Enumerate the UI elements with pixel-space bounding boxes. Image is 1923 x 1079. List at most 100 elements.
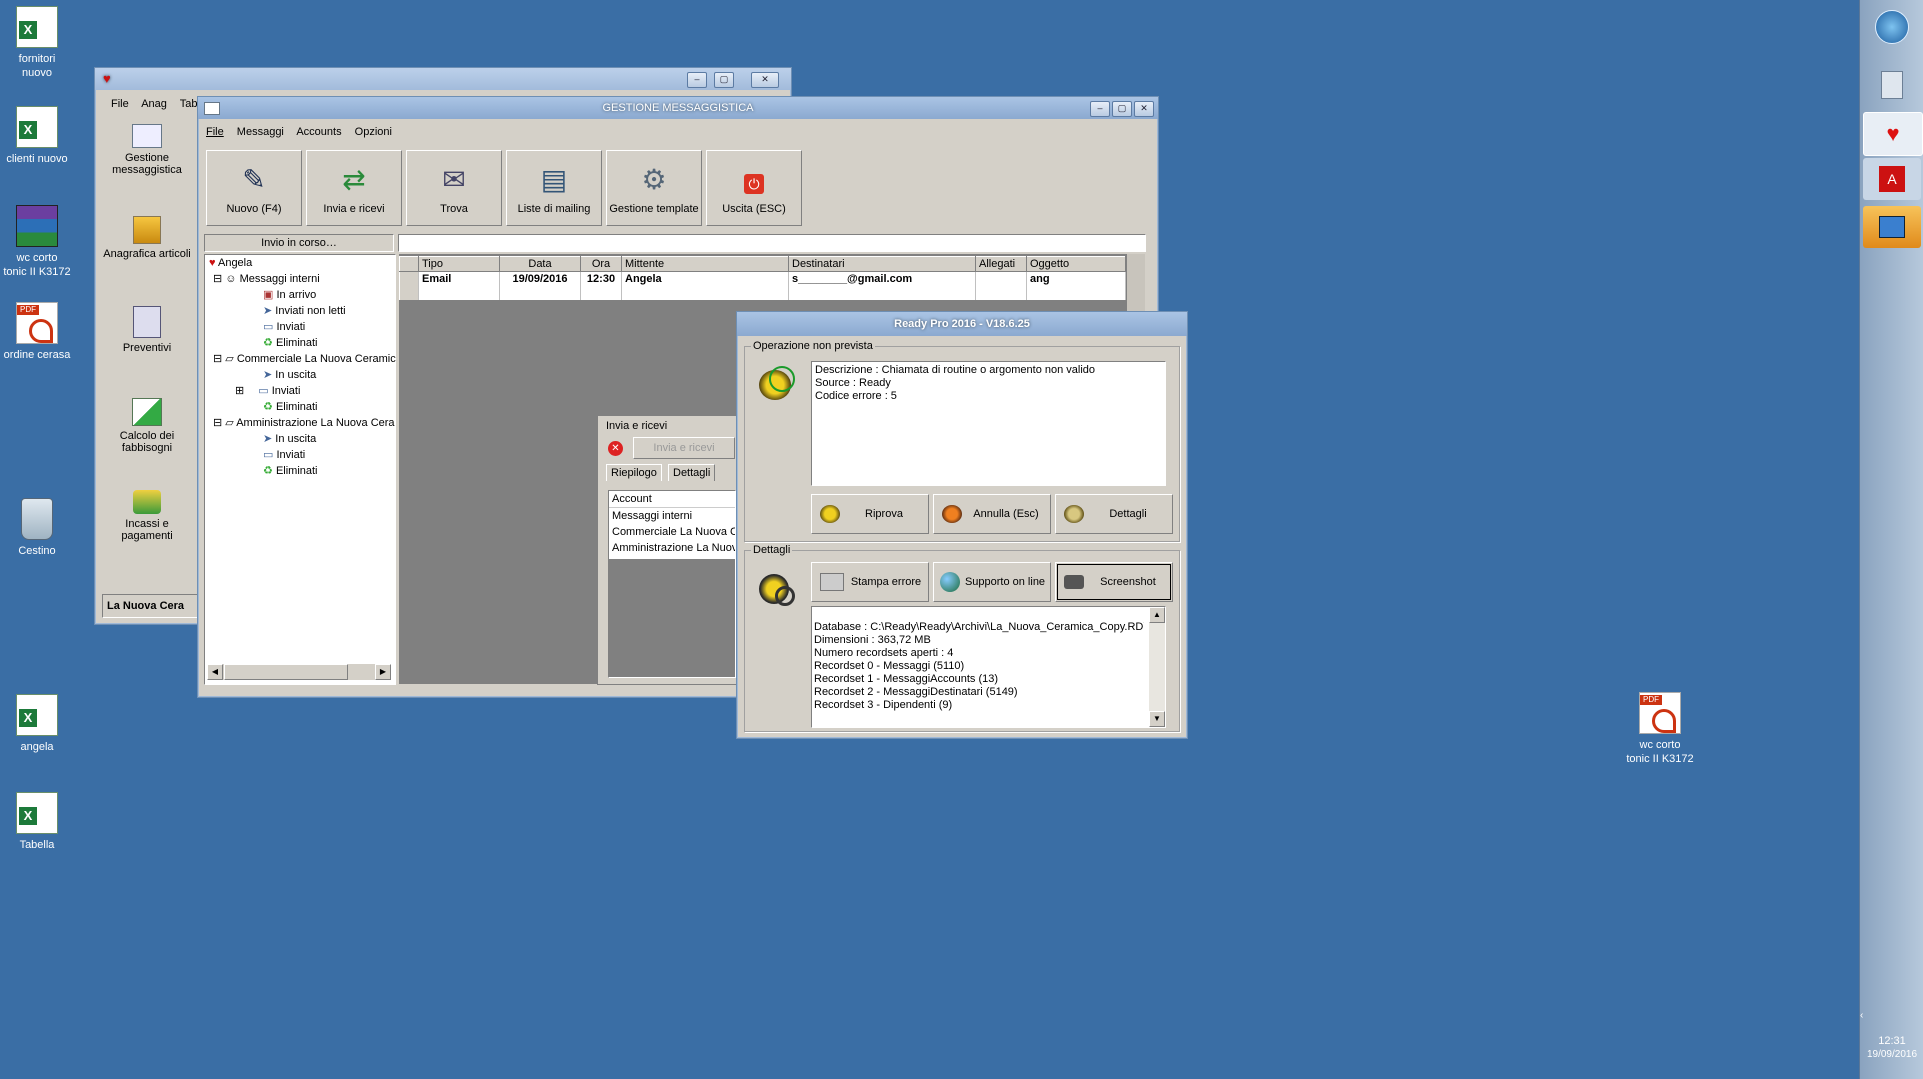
close-button[interactable]: ✕	[1134, 101, 1154, 117]
account-icon: ▱	[225, 353, 234, 365]
tab-dettagli[interactable]: Dettagli	[668, 464, 716, 481]
close-button[interactable]: ✕	[751, 72, 779, 88]
sidebar-item-incassi-pagamenti[interactable]: Incassi e pagamenti	[101, 490, 193, 580]
tree-item[interactable]: ⊞ ▭ Inviati	[205, 383, 395, 399]
tree-group-messaggi-interni[interactable]: ⊟ ☺ Messaggi interni	[205, 271, 395, 287]
sidebar-item-gestione-messaggistica[interactable]: Gestione messaggistica	[101, 124, 193, 214]
invia-ricevi-disabled-button: Invia e ricevi	[633, 437, 735, 459]
message-grid[interactable]: Tipo Data Ora Mittente Destinatari Alleg…	[399, 256, 1126, 300]
group-label-operazione: Operazione non prevista	[751, 340, 875, 352]
desktop-icon-ordine-cerasa[interactable]: ordine cerasa	[0, 302, 76, 362]
scroll-right-arrow-icon[interactable]: ▶	[375, 664, 391, 680]
collapse-icon[interactable]: ⊟	[213, 353, 222, 365]
taskbar-acrobat[interactable]: A	[1863, 158, 1921, 200]
sidebar-item-anagrafica-articoli[interactable]: Anagrafica articoli	[101, 216, 193, 306]
dialog-titlebar: Ready Pro 2016 - V18.6.25	[737, 312, 1187, 336]
minimize-button[interactable]: –	[687, 72, 707, 88]
scroll-up-arrow-icon[interactable]: ▲	[1149, 607, 1165, 623]
details-text-box[interactable]: Database : C:\Ready\Ready\Archivi\La_Nuo…	[811, 606, 1166, 728]
tree-item[interactable]: ➤ In uscita	[205, 367, 395, 383]
clock[interactable]: 12:31 19/09/2016	[1860, 1034, 1923, 1062]
tree-item[interactable]: ♻ Eliminati	[205, 335, 395, 351]
column-tipo[interactable]: Tipo	[418, 256, 500, 272]
riprova-button[interactable]: Riprova	[811, 494, 929, 534]
menu-file[interactable]: File	[206, 126, 224, 138]
table-row[interactable]: Email 19/09/2016 12:30 Angela s________@…	[399, 271, 1126, 286]
list-item[interactable]: Messaggi interni	[609, 508, 735, 524]
taskbar-network[interactable]	[1863, 206, 1921, 248]
taskbar-calculator[interactable]	[1863, 64, 1921, 106]
desktop-icon-wc-corto-rar[interactable]: wc corto tonic II K3172	[0, 205, 76, 279]
column-mittente[interactable]: Mittente	[621, 256, 789, 272]
stop-icon[interactable]: ✕	[608, 441, 623, 456]
uscita-button[interactable]: ⏻ Uscita (ESC)	[706, 150, 802, 226]
supporto-online-button[interactable]: Supporto on line	[933, 562, 1051, 602]
account-list[interactable]: Account Messaggi interni Commerciale La …	[608, 490, 736, 678]
column-ora[interactable]: Ora	[580, 256, 622, 272]
maximize-button[interactable]: ▢	[714, 72, 734, 88]
menu-tab[interactable]: Tab	[180, 98, 198, 110]
column-allegati[interactable]: Allegati	[975, 256, 1027, 272]
error-dialog: Ready Pro 2016 - V18.6.25 Operazione non…	[736, 311, 1188, 739]
desktop-icon-fornitori[interactable]: fornitori nuovo	[0, 6, 76, 80]
dettagli-button[interactable]: Dettagli	[1055, 494, 1173, 534]
stampa-errore-button[interactable]: Stampa errore	[811, 562, 929, 602]
calculator-people-icon	[133, 306, 161, 338]
sidebar-item-calcolo-fabbisogni[interactable]: Calcolo dei fabbisogni	[101, 398, 193, 488]
desktop-icon-clienti[interactable]: clienti nuovo	[0, 106, 76, 166]
column-destinatari[interactable]: Destinatari	[788, 256, 976, 272]
desktop-icon-tabella[interactable]: Tabella	[0, 792, 76, 852]
gestione-template-button[interactable]: ⚙ Gestione template	[606, 150, 702, 226]
tree-root[interactable]: ♥ Angela	[205, 255, 395, 271]
scroll-left-arrow-icon[interactable]: ◀	[207, 664, 223, 680]
screenshot-button[interactable]: Screenshot	[1055, 562, 1173, 602]
minimize-button[interactable]: –	[1090, 101, 1110, 117]
tree-item[interactable]: ♻ Eliminati	[205, 463, 395, 479]
menu-file[interactable]: File	[111, 98, 129, 110]
maximize-button[interactable]: ▢	[1112, 101, 1132, 117]
column-data[interactable]: Data	[499, 256, 581, 272]
desktop-icon-angela[interactable]: angela	[0, 694, 76, 754]
scroll-thumb[interactable]	[224, 664, 348, 680]
menu-opzioni[interactable]: Opzioni	[355, 126, 392, 138]
collapse-icon[interactable]: ⊟	[213, 273, 222, 285]
trova-button[interactable]: ✉ Trova	[406, 150, 502, 226]
main-menu-bar: File Anag Tab	[111, 98, 208, 110]
invia-ricevi-button[interactable]: ⇄ Invia e ricevi	[306, 150, 402, 226]
annulla-button[interactable]: Annulla (Esc)	[933, 494, 1051, 534]
taskbar-ready-pro[interactable]: ♥	[1863, 112, 1923, 156]
deleted-icon: ♻	[263, 401, 273, 413]
list-item[interactable]: Amministrazione La Nuova	[609, 540, 735, 556]
desktop-icon-wc-corto-pdf[interactable]: wc corto tonic II K3172	[1618, 692, 1702, 766]
outbox-icon: ➤	[263, 369, 273, 381]
expand-icon[interactable]: ⊞	[235, 385, 244, 397]
start-button[interactable]	[1863, 6, 1921, 48]
tree-item[interactable]: ▣ In arrivo	[205, 287, 395, 303]
scroll-down-arrow-icon[interactable]: ▼	[1149, 711, 1165, 727]
tree-item[interactable]: ▭ Inviati	[205, 319, 395, 335]
details-vertical-scrollbar[interactable]: ▲ ▼	[1149, 607, 1165, 727]
tree-group-amministrazione[interactable]: ⊟ ▱ Amministrazione La Nuova Cera	[205, 415, 395, 431]
nuovo-button[interactable]: ✎ Nuovo (F4)	[206, 150, 302, 226]
desktop-icon-cestino[interactable]: Cestino	[0, 498, 76, 558]
tree-item[interactable]: ♻ Eliminati	[205, 399, 395, 415]
tree-item[interactable]: ▭ Inviati	[205, 447, 395, 463]
sent-unread-icon: ➤	[263, 305, 273, 317]
list-item[interactable]: Commerciale La Nuova Ce	[609, 524, 735, 540]
dialog-title: Ready Pro 2016 - V18.6.25	[894, 318, 1030, 330]
tree-horizontal-scrollbar[interactable]: ◀ ▶	[207, 664, 391, 680]
tree-item[interactable]: ➤ Inviati non letti	[205, 303, 395, 319]
tab-riepilogo[interactable]: Riepilogo	[606, 464, 662, 481]
collapse-icon[interactable]: ⊟	[213, 417, 222, 429]
tree-group-commerciale[interactable]: ⊟ ▱ Commerciale La Nuova Ceramic	[205, 351, 396, 367]
desktop: { "desktop_icons": [ {"label_line1":"for…	[0, 0, 1923, 1079]
menu-anag[interactable]: Anag	[141, 98, 167, 110]
tree-item[interactable]: ➤ In uscita	[205, 431, 395, 447]
menu-accounts[interactable]: Accounts	[296, 126, 341, 138]
liste-mailing-button[interactable]: ▤ Liste di mailing	[506, 150, 602, 226]
sidebar-item-preventivi[interactable]: Preventivi	[101, 306, 193, 396]
folder-tree[interactable]: ♥ Angela ⊟ ☺ Messaggi interni ▣ In arriv…	[204, 254, 396, 685]
menu-messaggi[interactable]: Messaggi	[237, 126, 284, 138]
show-tray-arrow-icon[interactable]: ‹	[1860, 1010, 1863, 1021]
column-oggetto[interactable]: Oggetto	[1026, 256, 1126, 272]
